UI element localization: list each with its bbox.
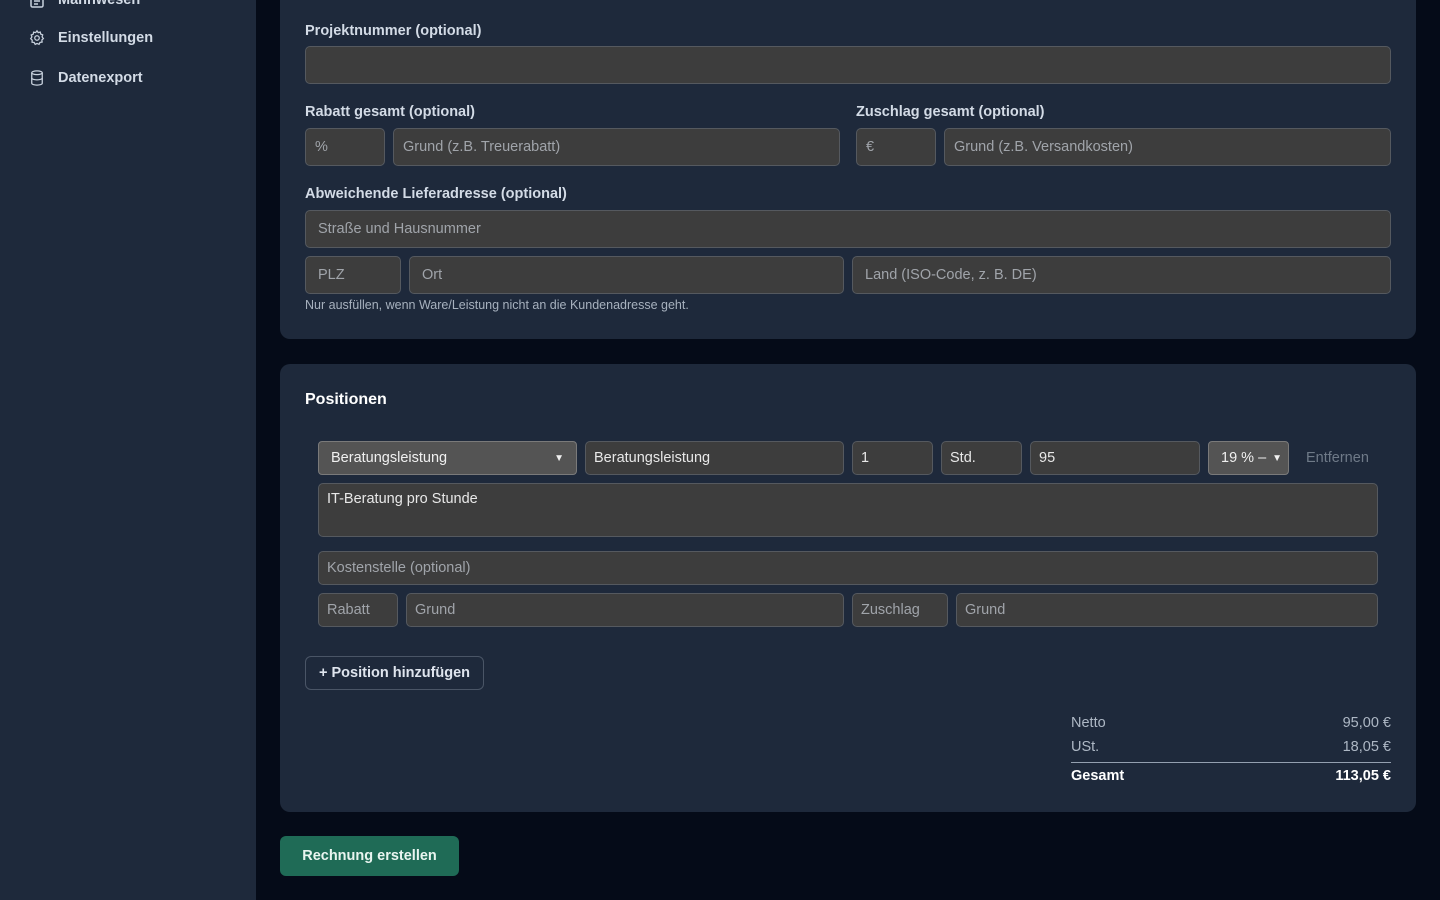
sidebar-item-einstellungen[interactable]: Einstellungen bbox=[28, 26, 153, 50]
city-input[interactable] bbox=[409, 256, 844, 294]
discount-total-input[interactable] bbox=[305, 128, 385, 166]
zip-input[interactable] bbox=[305, 256, 401, 294]
sidebar-item-datenexport[interactable]: Datenexport bbox=[28, 66, 143, 90]
add-position-button[interactable]: + Position hinzufügen bbox=[305, 656, 485, 690]
remove-position-button[interactable]: Entfernen bbox=[1306, 450, 1369, 466]
surcharge-total-input[interactable] bbox=[856, 128, 936, 166]
delivery-address-label: Abweichende Lieferadresse (optional) bbox=[305, 186, 567, 202]
product-select[interactable]: Beratungsleistung ▼ bbox=[318, 441, 577, 475]
surcharge-reason-input[interactable] bbox=[944, 128, 1391, 166]
document-icon bbox=[30, 0, 44, 8]
cost-center-input[interactable] bbox=[318, 551, 1378, 585]
item-surcharge-reason-input[interactable] bbox=[956, 593, 1378, 627]
create-invoice-button[interactable]: Rechnung erstellen bbox=[280, 836, 459, 876]
sidebar-item-mahnwesen[interactable]: Mahnwesen bbox=[28, 0, 140, 12]
tax-rate-value: 19 % – bbox=[1221, 450, 1267, 466]
tax-value: 18,05 € bbox=[1342, 739, 1391, 755]
item-description-input[interactable]: IT-Beratung pro Stunde bbox=[318, 483, 1378, 537]
tax-row: USt. 18,05 € bbox=[1071, 739, 1391, 755]
database-icon bbox=[31, 70, 43, 86]
country-input[interactable] bbox=[852, 256, 1391, 294]
delivery-hint: Nur ausfüllen, wenn Ware/Leistung nicht … bbox=[305, 298, 689, 312]
street-input[interactable] bbox=[305, 210, 1391, 248]
positions-title: Positionen bbox=[305, 391, 387, 408]
gear-icon bbox=[29, 29, 45, 46]
chevron-down-icon: ▼ bbox=[1272, 452, 1282, 464]
tax-rate-select[interactable]: 19 % – ▼ bbox=[1208, 441, 1289, 475]
sidebar-item-label: Einstellungen bbox=[58, 30, 154, 46]
sidebar-item-label: Datenexport bbox=[58, 70, 143, 86]
quantity-input[interactable] bbox=[852, 441, 933, 475]
project-number-input[interactable] bbox=[305, 46, 1391, 84]
item-surcharge-input[interactable] bbox=[852, 593, 948, 627]
sidebar-item-label: Mahnwesen bbox=[58, 0, 141, 8]
total-label: Gesamt bbox=[1071, 768, 1125, 784]
total-row: Gesamt 113,05 € bbox=[1071, 768, 1391, 784]
positions-card: Positionen Beratungsleistung ▼ 19 % – ▼ … bbox=[280, 364, 1416, 812]
item-name-input[interactable] bbox=[585, 441, 844, 475]
surcharge-total-label: Zuschlag gesamt (optional) bbox=[856, 104, 1045, 120]
unit-input[interactable] bbox=[941, 441, 1022, 475]
sidebar: Mahnwesen Einstellungen Datenexport bbox=[0, 0, 256, 900]
price-input[interactable] bbox=[1030, 441, 1200, 475]
net-value: 95,00 € bbox=[1342, 715, 1391, 731]
tax-label: USt. bbox=[1071, 739, 1100, 755]
item-discount-reason-input[interactable] bbox=[406, 593, 844, 627]
discount-reason-input[interactable] bbox=[393, 128, 840, 166]
total-value: 113,05 € bbox=[1335, 768, 1391, 784]
project-label: Projektnummer (optional) bbox=[305, 23, 482, 39]
product-select-value: Beratungsleistung bbox=[331, 450, 448, 466]
item-discount-input[interactable] bbox=[318, 593, 398, 627]
invoice-details-card: Projektnummer (optional) Rabatt gesamt (… bbox=[280, 0, 1416, 339]
net-label: Netto bbox=[1071, 715, 1106, 731]
chevron-down-icon: ▼ bbox=[554, 452, 564, 464]
net-row: Netto 95,00 € bbox=[1071, 715, 1391, 731]
summary-divider bbox=[1071, 762, 1391, 763]
discount-total-label: Rabatt gesamt (optional) bbox=[305, 104, 475, 120]
